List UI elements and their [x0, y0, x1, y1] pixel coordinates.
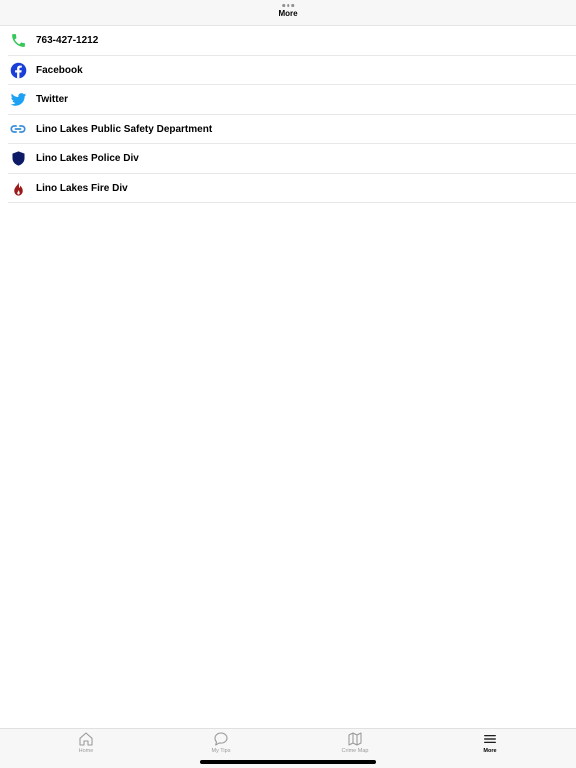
- list-item-label: Lino Lakes Police Div: [36, 153, 139, 165]
- list-item-public-safety-link[interactable]: Lino Lakes Public Safety Department: [0, 115, 576, 145]
- more-screen: More 763-427-1212 Facebook Twitter Lino …: [0, 0, 576, 768]
- tab-bar: Home My Tips Crime Map More: [0, 728, 576, 768]
- list-item-fire-div[interactable]: Lino Lakes Fire Div: [0, 174, 576, 204]
- tab-label: Crime Map: [341, 748, 369, 754]
- list-item-label: Lino Lakes Public Safety Department: [36, 123, 213, 135]
- chat-bubble-icon: [214, 732, 228, 746]
- tab-label: My Tips: [211, 748, 231, 754]
- list-item-label: Twitter: [36, 94, 69, 106]
- menu-icon: [484, 735, 496, 743]
- phone-icon: [9, 32, 27, 50]
- facebook-icon: [9, 61, 27, 79]
- list-item-twitter[interactable]: Twitter: [0, 85, 576, 115]
- list-item-phone[interactable]: 763-427-1212: [0, 26, 576, 56]
- tab-label: More: [483, 748, 497, 754]
- page-title: More: [278, 9, 298, 18]
- home-indicator: [200, 760, 376, 764]
- home-icon: [79, 732, 93, 746]
- tab-home[interactable]: Home: [46, 731, 126, 757]
- more-dots-icon: [282, 4, 294, 7]
- shield-icon: [9, 150, 27, 168]
- list-item-label: Lino Lakes Fire Div: [36, 182, 128, 194]
- link-icon: [9, 120, 27, 138]
- twitter-icon: [9, 91, 27, 109]
- tab-more[interactable]: More: [450, 731, 530, 757]
- map-icon: [348, 732, 362, 746]
- list-item-police-div[interactable]: Lino Lakes Police Div: [0, 144, 576, 174]
- list-item-facebook[interactable]: Facebook: [0, 56, 576, 86]
- tab-label: Home: [78, 748, 94, 754]
- flame-icon: [9, 179, 27, 197]
- navigation-bar: More: [0, 0, 576, 26]
- tab-my-tips[interactable]: My Tips: [181, 731, 261, 757]
- list-item-label: Facebook: [36, 64, 83, 76]
- contact-list: 763-427-1212 Facebook Twitter Lino Lakes…: [0, 26, 576, 203]
- tab-crime-map[interactable]: Crime Map: [315, 731, 395, 757]
- list-item-label: 763-427-1212: [36, 35, 99, 47]
